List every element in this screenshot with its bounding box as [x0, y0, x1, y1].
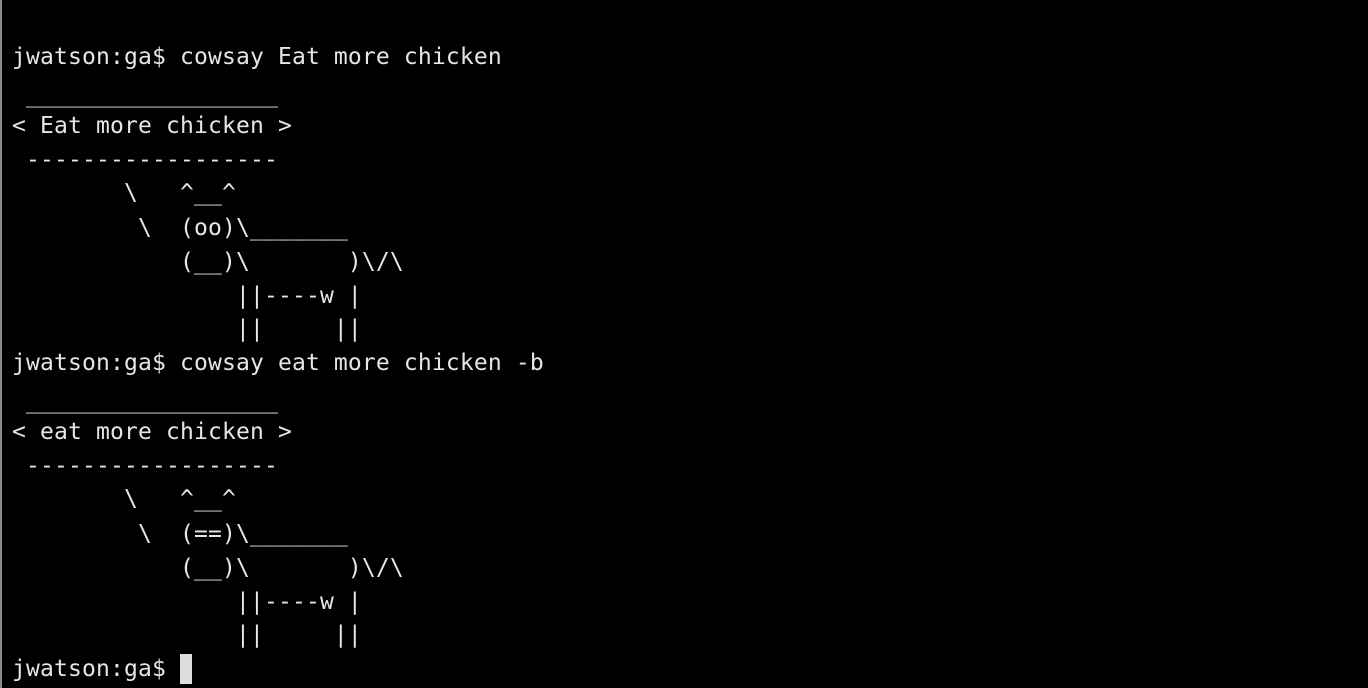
- terminal-window[interactable]: jwatson:ga$ cowsay Eat more chicken ____…: [0, 0, 1368, 688]
- prompt-text: jwatson:ga$: [12, 656, 180, 682]
- bubble-bottom-2: ------------------: [12, 453, 278, 479]
- cow-line-1-4: ||----w |: [12, 283, 362, 309]
- cow-line-2-3: (__)\ )\/\: [12, 555, 404, 581]
- cow-line-1-5: || ||: [12, 316, 362, 342]
- bubble-text-1: < Eat more chicken >: [12, 113, 292, 139]
- cow-line-1-3: (__)\ )\/\: [12, 249, 404, 275]
- cow-line-2-2: \ (==)\_______: [12, 521, 348, 547]
- command-line-1: jwatson:ga$ cowsay Eat more chicken: [12, 44, 502, 70]
- text-cursor: [179, 654, 192, 684]
- cow-line-2-5: || ||: [12, 622, 362, 648]
- prompt-line[interactable]: jwatson:ga$: [12, 654, 192, 684]
- window-edge: [0, 0, 2, 688]
- command-line-2: jwatson:ga$ cowsay eat more chicken -b: [12, 350, 544, 376]
- bubble-top-2: __________________: [12, 388, 278, 414]
- bubble-text-2: < eat more chicken >: [12, 419, 292, 445]
- cow-line-2-1: \ ^__^: [12, 486, 236, 512]
- cow-line-1-1: \ ^__^: [12, 180, 236, 206]
- cow-line-1-2: \ (oo)\_______: [12, 215, 348, 241]
- bubble-top-1: __________________: [12, 82, 278, 108]
- bubble-bottom-1: ------------------: [12, 147, 278, 173]
- cow-line-2-4: ||----w |: [12, 589, 362, 615]
